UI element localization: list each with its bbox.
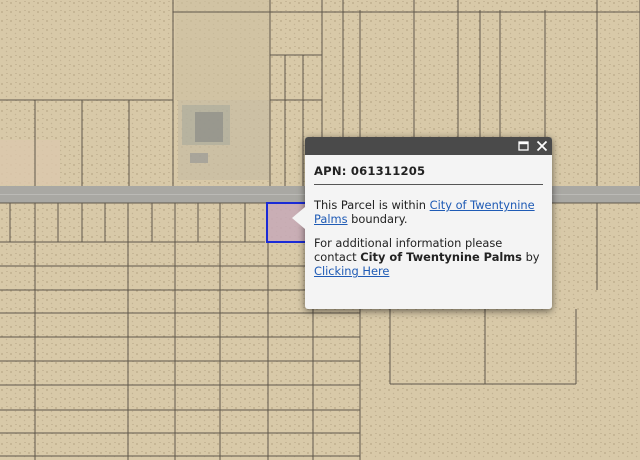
popup-titlebar [305, 137, 552, 155]
parcel-info-popup: APN: 061311205 This Parcel is within Cit… [292, 137, 552, 309]
map-view[interactable]: APN: 061311205 This Parcel is within Cit… [0, 0, 640, 460]
apn-label: APN: [314, 164, 347, 178]
popup-content: APN: 061311205 This Parcel is within Cit… [305, 155, 552, 278]
jurisdiction-prefix: This Parcel is within [314, 198, 426, 212]
apn-heading: APN: 061311205 [314, 164, 543, 185]
maximize-icon[interactable] [516, 138, 532, 154]
contact-text: For additional information please contac… [314, 236, 543, 278]
jurisdiction-text: This Parcel is within City of Twentynine… [314, 198, 543, 226]
apn-value: 061311205 [350, 164, 426, 178]
contact-by: by [525, 250, 540, 264]
contact-link[interactable]: Clicking Here [314, 264, 389, 278]
jurisdiction-suffix: boundary. [351, 212, 408, 226]
contact-name: City of Twentynine Palms [360, 250, 522, 264]
close-icon[interactable] [534, 138, 550, 154]
popup-pointer [292, 207, 305, 229]
